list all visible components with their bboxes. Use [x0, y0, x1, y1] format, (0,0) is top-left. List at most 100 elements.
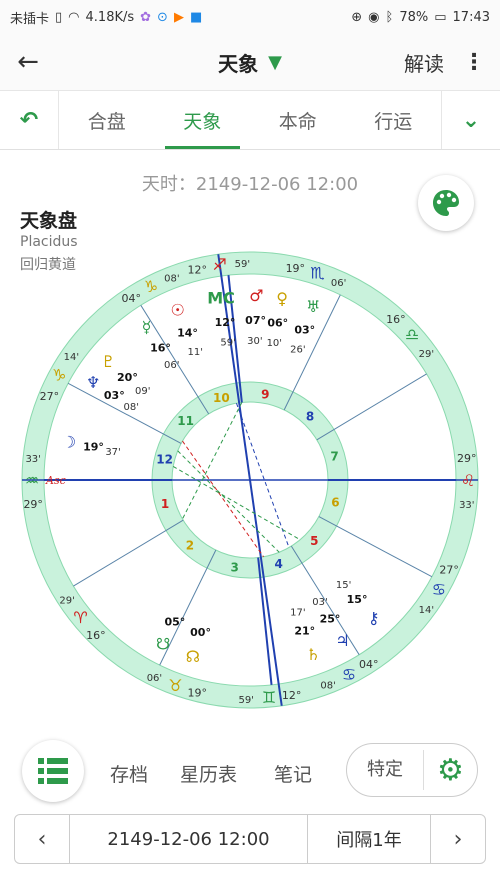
sign-minute-label: 14' [419, 605, 434, 616]
app-bar: ← 天象 ▼ 解读 ⋮ [0, 34, 500, 91]
special-settings-group: 特定 ⚙ [346, 743, 478, 797]
sign-minute-label: 06' [331, 278, 346, 289]
title-dropdown[interactable]: 天象 ▼ [218, 48, 282, 77]
planet-degree: 19° [83, 441, 104, 454]
archive-button[interactable]: 存档 [110, 760, 148, 787]
planet-minute: 08' [124, 402, 139, 413]
sign-minute-label: 08' [164, 273, 179, 284]
sign-degree-label: 04° [359, 658, 379, 671]
planet-degree: 12° [215, 316, 236, 329]
tab-synastry[interactable]: 合盘 [59, 91, 155, 149]
planet-minute: 37' [105, 447, 120, 458]
planet-glyph: ♆ [86, 373, 100, 392]
house-number: 1 [161, 497, 169, 511]
planet-minute: 30' [247, 336, 262, 347]
list-button[interactable] [22, 740, 84, 802]
sign-minute-label: 29' [419, 349, 434, 360]
previous-button[interactable]: ‹ [15, 815, 70, 863]
zodiac-sign-glyph: ♏ [310, 264, 324, 283]
sign-degree-label: 29° [23, 498, 43, 511]
list-icon [38, 758, 68, 784]
zodiac-sign-glyph: ♑ [52, 365, 66, 384]
sign-degree-label: 19° [286, 262, 306, 275]
sign-minute-label: 59' [235, 259, 250, 270]
sign-minute-label: 33' [459, 500, 474, 511]
clock: 17:43 [452, 9, 490, 25]
undo-button[interactable]: ↶ [0, 91, 59, 149]
planet-degree: 16° [150, 341, 171, 354]
tab-natal[interactable]: 本命 [250, 91, 346, 149]
house-number: 9 [261, 387, 269, 401]
planet-glyph: ♄ [306, 645, 320, 664]
expand-tabs-button[interactable]: ⌄ [441, 91, 500, 149]
back-button[interactable]: ← [0, 34, 56, 90]
house-number: 12 [156, 453, 173, 467]
zodiac-sign-glyph: ♋ [342, 665, 356, 684]
settings-button[interactable]: ⚙ [424, 753, 477, 788]
sign-degree-label: 12° [188, 263, 208, 276]
sign-degree-label: 16° [386, 313, 406, 326]
planet-minute: 26' [290, 344, 305, 355]
planet-glyph: MC [207, 288, 235, 307]
interval-selector[interactable]: 间隔1年 [308, 815, 430, 863]
tab-progression[interactable]: 行运 [346, 91, 442, 149]
planet-glyph: ♂ [249, 286, 263, 305]
planet-degree: 15° [347, 593, 368, 606]
planet-degree: 03° [104, 389, 125, 402]
chart-type-tabs: ↶ 合盘 天象 本命 行运 ⌄ [0, 91, 500, 150]
house-number: 2 [186, 538, 194, 552]
planet-degree: 20° [117, 371, 138, 384]
sign-degree-label: 04° [122, 292, 142, 305]
app-notification-icon: ✿ [140, 9, 152, 25]
planet-minute: 06' [164, 360, 179, 371]
planet-minute: 59' [220, 338, 235, 349]
sign-degree-label: 27° [439, 564, 459, 577]
date-picker[interactable]: 2149-12-06 12:00 [70, 815, 308, 863]
sign-minute-label: 14' [64, 352, 79, 363]
ephemeris-button[interactable]: 星历表 [180, 760, 237, 787]
battery-percent: 78% [399, 9, 429, 25]
zodiac-sign-glyph: ♈ [73, 608, 87, 627]
planet-degree: 05° [164, 615, 185, 628]
sign-degree-label: 29° [457, 452, 477, 465]
interpret-button[interactable]: 解读 [404, 48, 444, 77]
planet-minute: 11' [188, 347, 203, 358]
alarm-icon: ⊕ [351, 9, 363, 25]
planet-degree: 21° [294, 624, 315, 637]
more-options-icon[interactable]: ⋮ [462, 50, 486, 75]
planet-glyph: ☿ [142, 318, 152, 337]
zodiac-sign-glyph: ♋ [432, 580, 446, 599]
sign-degree-label: 12° [282, 689, 302, 702]
sign-degree-label: 27° [40, 390, 60, 403]
special-button[interactable]: 特定 [347, 750, 424, 790]
planet-degree: 03° [294, 324, 315, 337]
house-number: 11 [177, 414, 194, 428]
tab-transit-sky[interactable]: 天象 [155, 91, 251, 149]
sign-minute-label: 33' [25, 454, 40, 465]
sign-degree-label: 19° [188, 687, 208, 700]
planet-glyph: ☋ [156, 634, 170, 653]
sign-minute-label: 29' [59, 596, 74, 607]
zodiac-sign-glyph: ♊ [262, 688, 276, 707]
bluetooth-icon: ᛒ [385, 9, 394, 25]
palette-button[interactable] [418, 175, 474, 231]
chevron-down-icon: ⌄ [461, 107, 481, 133]
planet-minute: 15' [336, 580, 351, 591]
radio-notification-icon: ⊙ [157, 9, 168, 25]
planet-glyph: ☽ [62, 433, 76, 452]
carrier-label: 未插卡 [10, 11, 50, 27]
next-button[interactable]: › [430, 815, 485, 863]
sign-minute-label: 08' [320, 681, 335, 692]
planet-minute: 03' [312, 597, 327, 608]
astrology-wheel[interactable]: 123 456789101112♐12° 59' ♏19°06'♎16°29'♌29°… [0, 232, 500, 732]
house-number: 6 [331, 495, 339, 509]
notes-button[interactable]: 笔记 [274, 760, 312, 787]
battery-icon: ▭ [434, 9, 447, 25]
palette-icon [433, 190, 459, 216]
sign-degree-label: 16° [86, 629, 106, 642]
planet-glyph: ⚷ [368, 608, 380, 627]
date-navigator: ‹ 2149-12-06 12:00 间隔1年 › [14, 814, 486, 864]
zodiac-sign-glyph: ♉ [168, 676, 182, 695]
zodiac-sign-glyph: ♐ [212, 255, 226, 274]
planet-degree: 06° [267, 316, 288, 329]
